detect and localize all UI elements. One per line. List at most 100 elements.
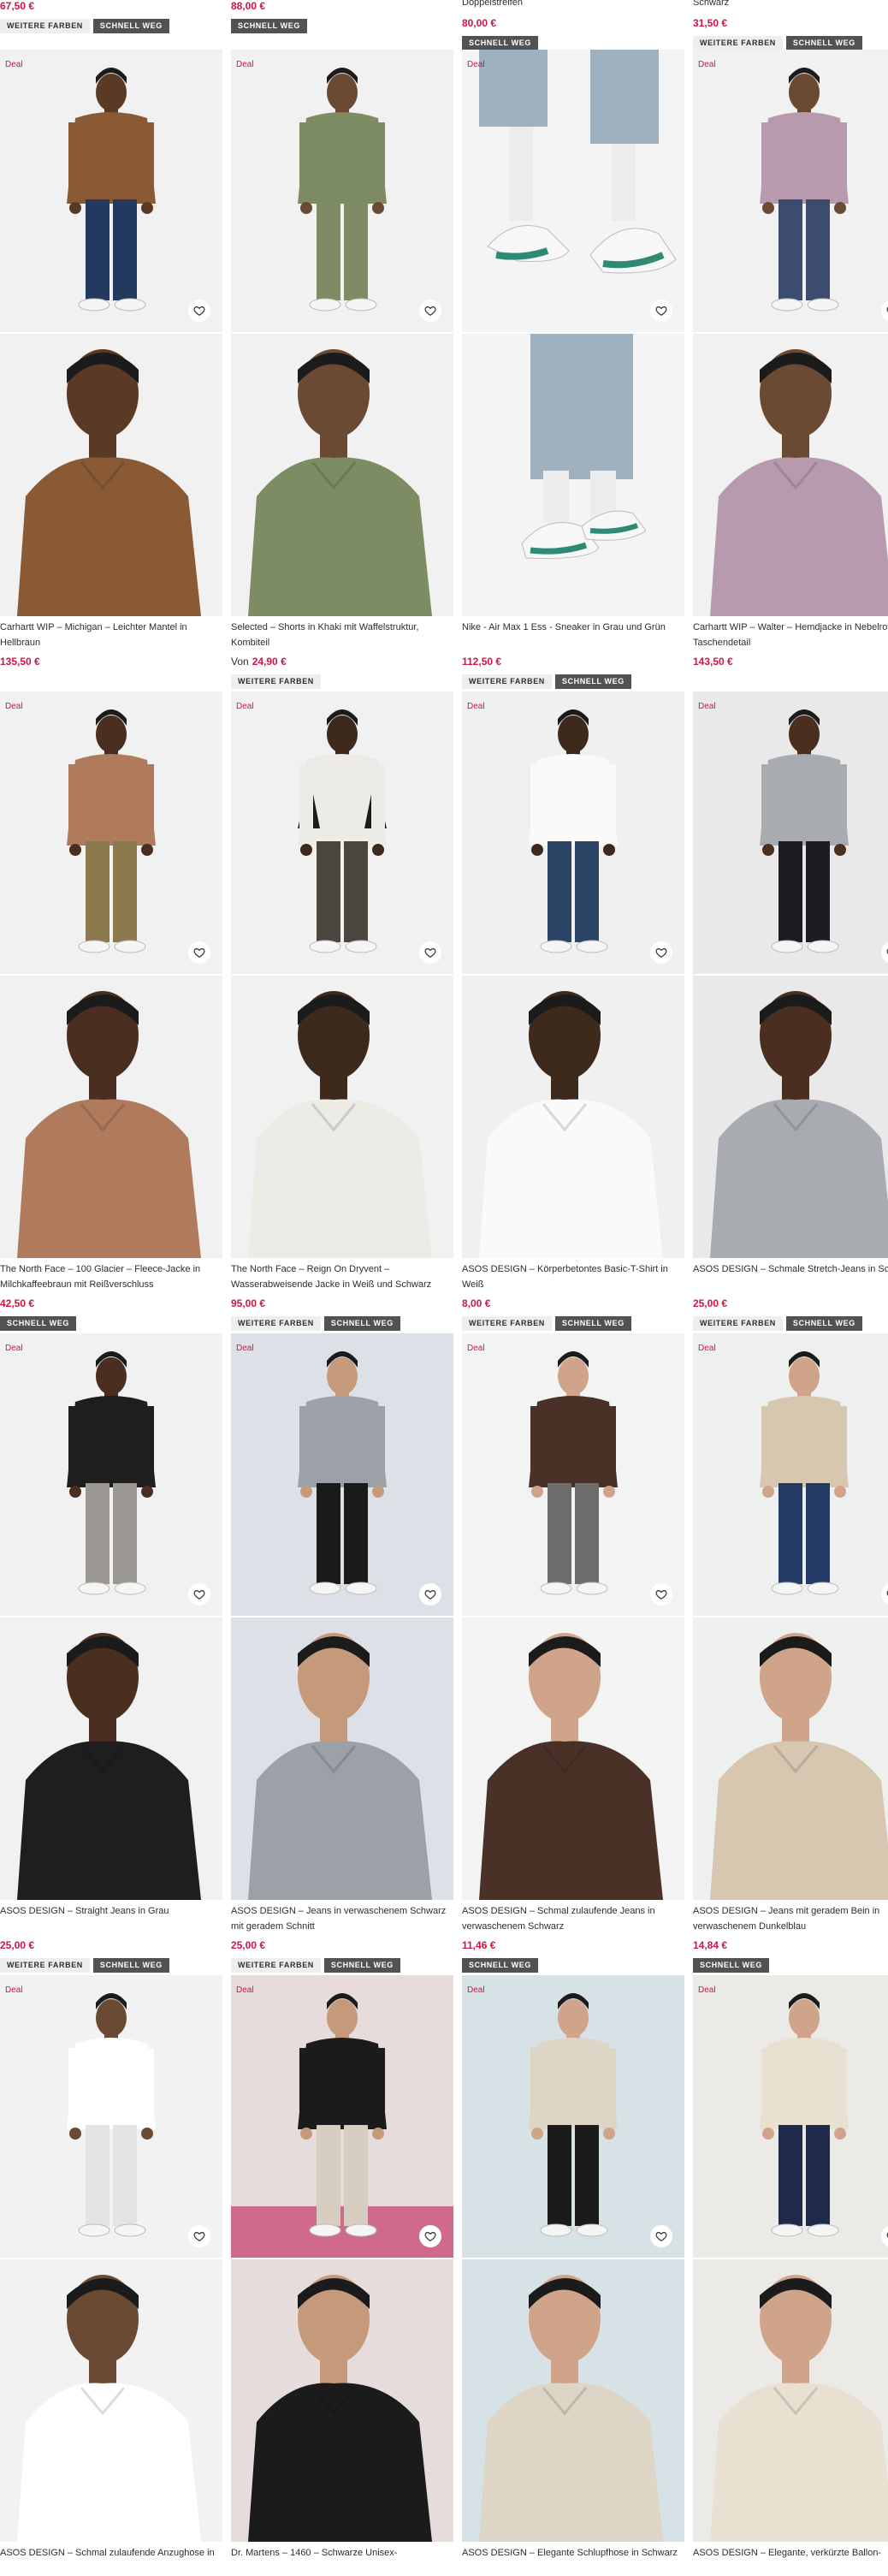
product-image-alt[interactable] xyxy=(462,334,684,616)
product-price: 67,50 € xyxy=(0,0,35,12)
product-title[interactable]: Carhartt WIP – Walter – Hemdjacke in Neb… xyxy=(693,620,888,650)
badge-selling-fast: SCHNELL WEG xyxy=(554,1316,631,1331)
product-photo xyxy=(0,976,222,1258)
product-photo xyxy=(693,334,888,616)
product-photo xyxy=(462,2259,684,2542)
product-price: 25,00 € xyxy=(231,1939,266,1951)
product-image-alt[interactable] xyxy=(0,334,222,616)
wishlist-heart-icon[interactable] xyxy=(419,2225,441,2247)
product-image-alt[interactable] xyxy=(0,976,222,1258)
product-image-alt[interactable] xyxy=(462,2259,684,2542)
badges: SCHNELL WEG xyxy=(462,1958,538,1973)
badge-selling-fast: SCHNELL WEG xyxy=(693,1958,769,1973)
product-price: 8,00 € xyxy=(462,1297,491,1309)
product-title[interactable]: Selected – Shorts in Khaki mit Waffelstr… xyxy=(231,620,455,650)
product-title[interactable]: ASOS DESIGN – Jeans in verwaschenem Schw… xyxy=(231,1903,455,1934)
product-image[interactable]: Deal xyxy=(693,691,888,974)
product-image[interactable]: Deal xyxy=(231,1333,453,1616)
product-title[interactable]: ASOS DESIGN – Schmal zulaufende Jeans in… xyxy=(462,1903,686,1934)
deal-label: Deal xyxy=(467,702,485,711)
product-image[interactable]: Deal xyxy=(231,1975,453,2258)
wishlist-heart-icon[interactable] xyxy=(188,300,210,322)
product-image-alt[interactable] xyxy=(231,1617,453,1900)
product-title[interactable]: ASOS DESIGN – Schmal zulaufende Anzughos… xyxy=(0,2545,224,2576)
product-title[interactable]: The North Face – Reign On Dryvent – Wass… xyxy=(231,1261,455,1292)
deal-label: Deal xyxy=(698,60,716,69)
badges: WEITERE FARBEN SCHNELL WEG xyxy=(462,674,631,689)
product-photo xyxy=(693,976,888,1258)
product-price: 11,46 € xyxy=(462,1939,496,1951)
badges: WEITERE FARBEN SCHNELL WEG xyxy=(231,1316,400,1331)
product-image-alt[interactable] xyxy=(0,1617,222,1900)
wishlist-heart-icon[interactable] xyxy=(419,300,441,322)
product-image-alt[interactable] xyxy=(693,1617,888,1900)
product-image-alt[interactable] xyxy=(693,334,888,616)
product-price: 88,00 € xyxy=(231,0,266,12)
product-image[interactable]: Deal xyxy=(0,1333,222,1616)
product-image-alt[interactable] xyxy=(0,2259,222,2542)
product-image-alt[interactable] xyxy=(231,976,453,1258)
product-image-alt[interactable] xyxy=(462,976,684,1258)
product-title[interactable]: ASOS DESIGN – Schmale Stretch-Jeans in S… xyxy=(693,1261,888,1292)
product-image[interactable]: Deal xyxy=(0,1975,222,2258)
product-image-alt[interactable] xyxy=(231,2259,453,2542)
wishlist-heart-icon[interactable] xyxy=(650,1583,672,1606)
product-image[interactable]: Deal xyxy=(693,50,888,332)
deal-label: Deal xyxy=(5,1985,23,1995)
product-image-alt[interactable] xyxy=(693,976,888,1258)
badges: WEITERE FARBEN SCHNELL WEG xyxy=(693,1316,862,1331)
product-title[interactable]: The North Face – 100 Glacier – Fleece-Ja… xyxy=(0,1261,224,1292)
product-photo xyxy=(231,691,453,974)
product-image[interactable]: Deal xyxy=(0,50,222,332)
product-title[interactable]: ASOS DESIGN – Körperbetontes Basic-T-Shi… xyxy=(462,1261,686,1292)
product-photo xyxy=(231,976,453,1258)
product-photo xyxy=(462,976,684,1258)
badge-selling-fast: SCHNELL WEG xyxy=(554,674,631,689)
wishlist-heart-icon[interactable] xyxy=(650,2225,672,2247)
product-image[interactable]: Deal xyxy=(462,691,684,974)
badge-more-colors: WEITERE FARBEN xyxy=(231,674,321,689)
wishlist-heart-icon[interactable] xyxy=(188,2225,210,2247)
product-title[interactable]: ASOS DESIGN – Elegante Schlupfhose in Sc… xyxy=(462,2545,686,2576)
wishlist-heart-icon[interactable] xyxy=(419,941,441,964)
product-photo xyxy=(231,334,453,616)
product-title[interactable]: Carhartt WIP – Michigan – Leichter Mante… xyxy=(0,620,224,650)
product-price: 25,00 € xyxy=(693,1297,728,1309)
product-image[interactable]: Deal xyxy=(462,1333,684,1616)
product-photo xyxy=(462,1333,684,1616)
product-image[interactable]: Deal xyxy=(0,691,222,974)
deal-label: Deal xyxy=(236,702,254,711)
badge-selling-fast: SCHNELL WEG xyxy=(462,36,538,50)
badges: WEITERE FARBEN xyxy=(231,674,321,689)
product-title[interactable]: ASOS DESIGN – Jeans mit geradem Bein in … xyxy=(693,1903,888,1934)
product-image[interactable]: Deal xyxy=(693,1975,888,2258)
product-price: 143,50 € xyxy=(693,656,733,668)
product-photo xyxy=(0,2259,222,2542)
product-title[interactable]: Nike - Air Max 1 Ess - Sneaker in Grau u… xyxy=(462,620,686,650)
product-photo xyxy=(462,50,684,332)
badge-selling-fast: SCHNELL WEG xyxy=(785,36,862,50)
deal-label: Deal xyxy=(698,1344,716,1353)
badges: SCHNELL WEG xyxy=(0,1316,76,1331)
product-image[interactable]: Deal xyxy=(462,50,684,332)
wishlist-heart-icon[interactable] xyxy=(188,941,210,964)
product-image-alt[interactable] xyxy=(693,2259,888,2542)
product-image[interactable]: Deal xyxy=(693,1333,888,1616)
product-title[interactable]: Dr. Martens – 1460 – Schwarze Unisex- xyxy=(231,2545,455,2576)
product-title[interactable]: Schwarz xyxy=(693,0,888,10)
product-image-alt[interactable] xyxy=(231,334,453,616)
product-price: 112,50 € xyxy=(462,656,502,668)
deal-label: Deal xyxy=(5,1344,23,1353)
product-image[interactable]: Deal xyxy=(231,50,453,332)
product-title[interactable]: ASOS DESIGN – Elegante, verkürzte Ballon… xyxy=(693,2545,888,2576)
product-title[interactable]: ASOS DESIGN – Straight Jeans in Grau xyxy=(0,1903,224,1934)
product-image-alt[interactable] xyxy=(462,1617,684,1900)
product-photo xyxy=(462,1975,684,2258)
wishlist-heart-icon[interactable] xyxy=(419,1583,441,1606)
product-image[interactable]: Deal xyxy=(231,691,453,974)
product-title[interactable]: Doppelstreifen xyxy=(462,0,686,10)
wishlist-heart-icon[interactable] xyxy=(650,941,672,964)
wishlist-heart-icon[interactable] xyxy=(650,300,672,322)
product-image[interactable]: Deal xyxy=(462,1975,684,2258)
wishlist-heart-icon[interactable] xyxy=(188,1583,210,1606)
